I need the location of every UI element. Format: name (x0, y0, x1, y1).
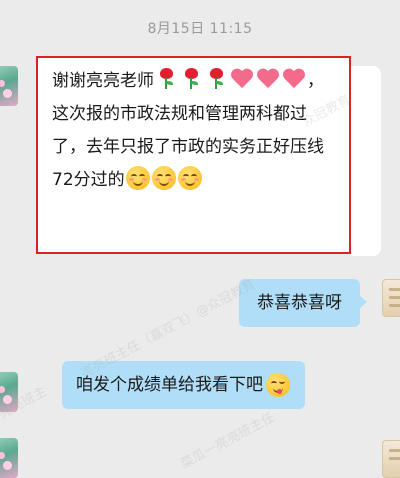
rose-icon (208, 68, 225, 90)
flower-icon (3, 395, 12, 404)
smiling-face-icon (177, 166, 202, 190)
flower-icon (3, 89, 12, 98)
flower-icon (3, 461, 12, 470)
sent-message-bubble[interactable]: 恭喜恭喜呀 (239, 279, 367, 327)
my-avatar[interactable] (382, 279, 400, 317)
watermark-text: 菜瓜一亮亮班主任 (178, 410, 278, 473)
my-avatar[interactable] (382, 440, 400, 478)
sent-message-text: 恭喜恭喜呀 (257, 293, 342, 313)
winking-face-icon (266, 373, 290, 397)
rose-icon (158, 68, 175, 90)
followup-message-text: 咱发个成绩单给我看下吧 (76, 375, 263, 395)
contact-avatar[interactable] (0, 372, 18, 412)
message-text-part1: 谢谢亮亮老师 (52, 71, 154, 91)
smiling-face-icon (151, 166, 176, 190)
timestamp: 8月15日 11:15 (147, 21, 253, 37)
smiling-face-icon (125, 166, 150, 190)
heart-icon (230, 68, 254, 90)
contact-avatar[interactable] (0, 66, 18, 106)
rose-icon (183, 68, 200, 90)
heart-icon (256, 68, 280, 90)
followup-message-bubble[interactable]: 咱发个成绩单给我看下吧 (62, 361, 305, 409)
received-message-bubble[interactable]: 谢谢亮亮老师 ，这次报的市政法规和管理两科都过了，去年只报了市政的实务正好压线72… (36, 56, 381, 256)
contact-avatar[interactable] (0, 438, 18, 478)
heart-icon (282, 68, 306, 90)
